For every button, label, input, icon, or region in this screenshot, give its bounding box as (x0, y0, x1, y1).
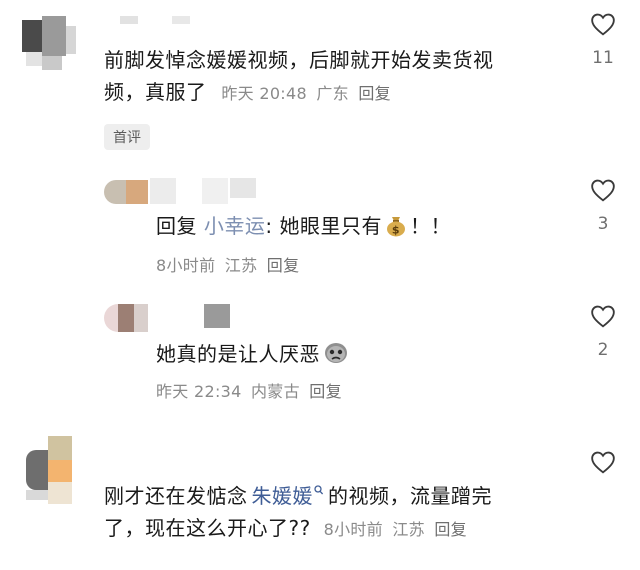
comment-time: 昨天 20:48 (221, 84, 307, 103)
heart-icon[interactable] (590, 178, 616, 202)
comment-location: 江苏 (224, 256, 258, 275)
like-count: 11 (592, 48, 614, 68)
first-comment-badge: 首评 (104, 124, 150, 150)
reply-button[interactable]: 回复 (358, 84, 391, 103)
username-blurred[interactable] (120, 16, 200, 26)
comment-time: 8小时前 (323, 520, 383, 539)
username-blurred[interactable] (150, 176, 260, 204)
reply-button[interactable]: 回复 (434, 520, 467, 539)
heart-icon[interactable] (590, 450, 616, 474)
mention-link[interactable]: 朱媛媛 (252, 484, 325, 508)
avatar[interactable] (22, 8, 78, 72)
sad-face-icon (323, 339, 349, 374)
like-count: 3 (597, 214, 609, 234)
comment-location: 内蒙古 (251, 382, 300, 401)
comment-time: 8小时前 (156, 256, 216, 275)
like-count: 2 (597, 340, 609, 360)
comment-meta: 昨天 22:34 内蒙古 回复 (156, 378, 342, 402)
search-icon (314, 485, 324, 495)
reply-button[interactable]: 回复 (267, 256, 300, 275)
avatar[interactable] (22, 436, 78, 504)
money-bag-icon: $ (385, 213, 407, 246)
comment-text: 回复 小幸运: 她眼里只有 $ ！！ (156, 210, 451, 246)
comment-location: 江苏 (392, 520, 425, 539)
reply-button[interactable]: 回复 (309, 382, 342, 401)
comment-text: 她真的是让人厌恶 (156, 338, 352, 374)
svg-text:$: $ (392, 224, 400, 237)
heart-icon[interactable] (590, 12, 616, 36)
avatar[interactable] (104, 300, 154, 334)
avatar[interactable] (104, 176, 148, 206)
comment-location: 广东 (316, 84, 349, 103)
heart-icon[interactable] (590, 304, 616, 328)
comment-time: 昨天 22:34 (156, 382, 242, 401)
comment-meta: 8小时前 江苏 回复 (156, 252, 299, 276)
username-blurred[interactable] (150, 304, 230, 330)
reply-to-user[interactable]: 小幸运 (204, 214, 266, 238)
comment-text: 刚才还在发惦念 朱媛媛 的视频，流量蹭完 了，现在这么开心了?? 8小时前 江苏 回… (104, 484, 492, 540)
comment-text: 前脚发悼念媛媛视频，后脚就开始发卖货视 频，真服了 昨天 20:48 广东 回复 (104, 48, 494, 104)
